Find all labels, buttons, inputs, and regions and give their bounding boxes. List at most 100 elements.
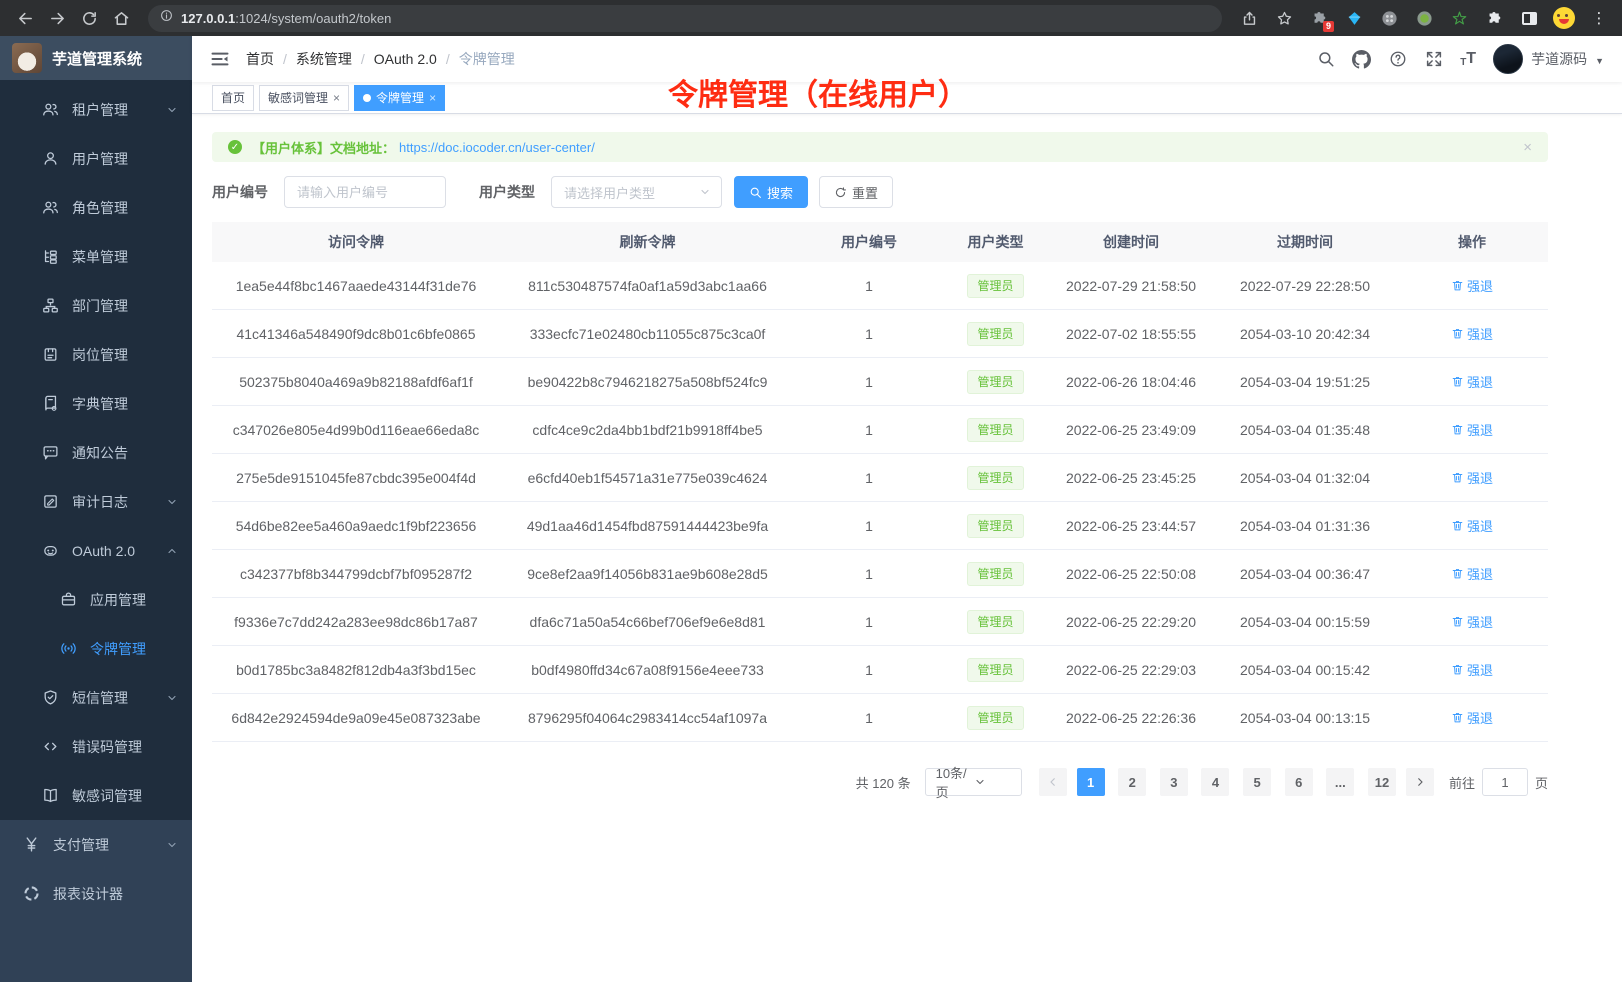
profile-avatar-icon[interactable] <box>1553 7 1575 29</box>
force-logout-button[interactable]: 强退 <box>1451 324 1493 343</box>
browser-forward-button[interactable] <box>44 5 70 31</box>
refresh-token-cell: cdfc4ce9c2da4bb1bdf21b9918ff4be5 <box>500 422 795 438</box>
sidebar-item-oauth2-app[interactable]: 应用管理 <box>0 575 192 624</box>
user-type-tag: 管理员 <box>967 322 1023 346</box>
sidebar-item-label: 敏感词管理 <box>72 786 142 806</box>
refresh-token-cell: 9ce8ef2aa9f14056b831ae9b608e28d5 <box>500 566 795 582</box>
sidebar-item-notice[interactable]: 通知公告 <box>0 428 192 477</box>
app-logo[interactable]: 芋道管理系统 <box>0 36 192 80</box>
side-panel-icon[interactable] <box>1518 7 1540 29</box>
refresh-token-cell: dfa6c71a50a54c66bef706ef9e6e8d81 <box>500 614 795 630</box>
sidebar-item-oauth2-token[interactable]: 令牌管理 <box>0 624 192 673</box>
bookmark-star-icon[interactable] <box>1273 7 1295 29</box>
extension-star-icon[interactable] <box>1448 7 1470 29</box>
browser-menu-icon[interactable]: ⋮ <box>1588 7 1610 29</box>
force-logout-button[interactable]: 强退 <box>1451 276 1493 295</box>
extension-puzzle-badged-icon[interactable]: 9 <box>1308 7 1330 29</box>
action-cell: 强退 <box>1396 516 1548 535</box>
force-logout-button[interactable]: 强退 <box>1451 708 1493 727</box>
sidebar-item-audit-log[interactable]: 审计日志 <box>0 477 192 526</box>
goto-page-input[interactable] <box>1482 768 1528 796</box>
doc-alert: ✓ 【用户体系】文档地址： https://doc.iocoder.cn/use… <box>212 132 1548 162</box>
next-page-button[interactable] <box>1406 768 1434 796</box>
browser-back-button[interactable] <box>12 5 38 31</box>
force-logout-button[interactable]: 强退 <box>1451 660 1493 679</box>
reset-button[interactable]: 重置 <box>819 176 893 208</box>
extension-command-icon[interactable] <box>1378 7 1400 29</box>
close-icon[interactable]: × <box>429 92 436 104</box>
sidebar-item-sms[interactable]: 短信管理 <box>0 673 192 722</box>
sidebar-item-error-code[interactable]: 错误码管理 <box>0 722 192 771</box>
org-chart-icon <box>42 297 59 314</box>
user-id-cell: 1 <box>795 566 943 582</box>
sidebar-item-dept[interactable]: 部门管理 <box>0 281 192 330</box>
table-row: 41c41346a548490f9dc8b01c6bfe0865 333ecfc… <box>212 310 1548 358</box>
search-icon[interactable] <box>1316 50 1335 69</box>
view-tab[interactable]: 敏感词管理 × <box>259 85 349 111</box>
browser-home-button[interactable] <box>108 5 134 31</box>
browser-reload-button[interactable] <box>76 5 102 31</box>
user-type-select[interactable]: 请选择用户类型 <box>551 176 722 208</box>
prev-page-button[interactable] <box>1039 768 1067 796</box>
sidebar-item-tenant[interactable]: 租户管理 <box>0 85 192 134</box>
user-menu[interactable]: 芋道源码 ▼ <box>1493 44 1604 74</box>
help-icon[interactable] <box>1388 50 1407 69</box>
user-id-cell: 1 <box>795 518 943 534</box>
page-number-button[interactable]: 12 <box>1368 768 1396 796</box>
page-number-button[interactable]: 1 <box>1077 768 1105 796</box>
extension-gem-icon[interactable] <box>1343 7 1365 29</box>
table-row: f9336e7c7dd242a283ee98dc86b17a87 dfa6c71… <box>212 598 1548 646</box>
force-logout-button[interactable]: 强退 <box>1451 420 1493 439</box>
page-number-button[interactable]: 2 <box>1118 768 1146 796</box>
doc-link[interactable]: https://doc.iocoder.cn/user-center/ <box>399 140 595 155</box>
force-logout-button[interactable]: 强退 <box>1451 564 1493 583</box>
view-tab[interactable]: 首页 <box>212 85 254 111</box>
extension-record-icon[interactable] <box>1413 7 1435 29</box>
force-logout-button[interactable]: 强退 <box>1451 468 1493 487</box>
page-number-button[interactable]: 4 <box>1201 768 1229 796</box>
chevron-down-icon <box>699 186 711 198</box>
user-name: 芋道源码 <box>1531 49 1587 69</box>
sidebar-item-dict[interactable]: 字典管理 <box>0 379 192 428</box>
view-tab[interactable]: 令牌管理 × <box>354 85 445 111</box>
column-header: 用户编号 <box>795 232 943 252</box>
sidebar-item-role[interactable]: 角色管理 <box>0 183 192 232</box>
page-size-select[interactable]: 10条/页 <box>925 768 1022 796</box>
access-token-cell: f9336e7c7dd242a283ee98dc86b17a87 <box>212 614 500 630</box>
report-icon <box>23 885 40 902</box>
force-logout-button[interactable]: 强退 <box>1451 516 1493 535</box>
site-info-icon[interactable] <box>160 9 173 27</box>
force-logout-button[interactable]: 强退 <box>1451 372 1493 391</box>
address-bar[interactable]: 127.0.0.1:1024/system/oauth2/token <box>148 5 1222 32</box>
page-number-button[interactable]: ... <box>1326 768 1354 796</box>
force-logout-button[interactable]: 强退 <box>1451 612 1493 631</box>
fullscreen-icon[interactable] <box>1424 50 1443 69</box>
sidebar-item-user[interactable]: 用户管理 <box>0 134 192 183</box>
users-icon <box>42 101 59 118</box>
search-button[interactable]: 搜索 <box>734 176 808 208</box>
page-number-button[interactable]: 6 <box>1285 768 1313 796</box>
page-number-button[interactable]: 5 <box>1243 768 1271 796</box>
search-form: 用户编号 用户类型 请选择用户类型 搜索 重置 <box>212 176 1548 208</box>
close-icon[interactable]: × <box>333 92 340 104</box>
sidebar: 芋道管理系统 租户管理 用户管理 角色管理 菜单管理 部门管理 岗位管理 字典 <box>0 36 192 982</box>
sidebar-item-menu[interactable]: 菜单管理 <box>0 232 192 281</box>
font-size-icon[interactable]: TT <box>1460 50 1476 68</box>
sidebar-item-post[interactable]: 岗位管理 <box>0 330 192 379</box>
user-id-input[interactable] <box>284 176 446 208</box>
alert-close-icon[interactable]: × <box>1523 139 1532 156</box>
action-cell: 强退 <box>1396 468 1548 487</box>
user-type-tag: 管理员 <box>967 706 1023 730</box>
extensions-puzzle-icon[interactable] <box>1483 7 1505 29</box>
sidebar-item-oauth2[interactable]: OAuth 2.0 <box>0 526 192 575</box>
page-number-button[interactable]: 3 <box>1160 768 1188 796</box>
user-type-cell: 管理员 <box>943 706 1048 730</box>
breadcrumb-item: 系统管理 / <box>296 49 374 69</box>
sidebar-item-sensitive-word[interactable]: 敏感词管理 <box>0 771 192 820</box>
sidebar-item-pay[interactable]: 支付管理 <box>0 820 192 869</box>
github-icon[interactable] <box>1352 50 1371 69</box>
share-icon[interactable] <box>1238 7 1260 29</box>
sidebar-item-report-designer[interactable]: 报表设计器 <box>0 869 192 918</box>
chevron-icon <box>166 104 178 116</box>
sidebar-toggle-icon[interactable] <box>210 49 230 69</box>
